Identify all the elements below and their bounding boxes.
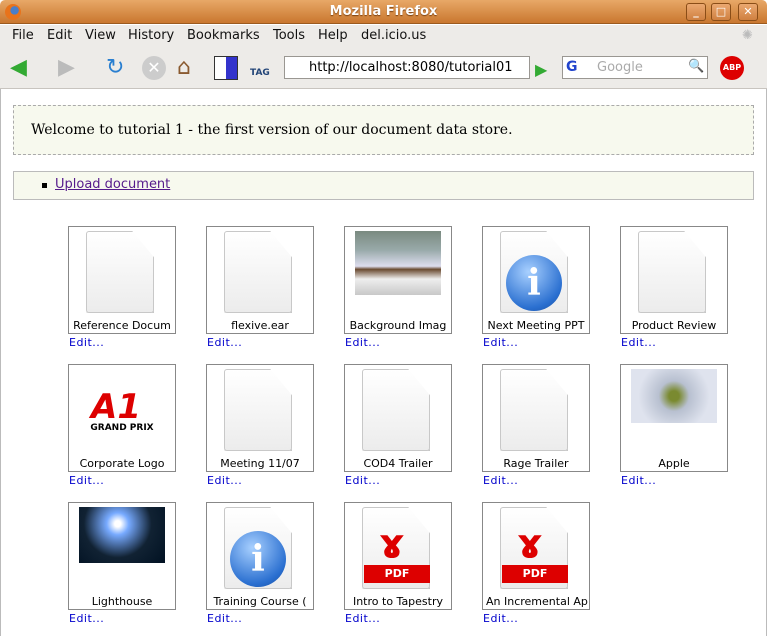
painting-thumbnail (355, 231, 441, 295)
document-tile[interactable]: i Next Meeting PPT (482, 226, 590, 334)
forward-button[interactable]: ▶ (58, 56, 82, 80)
edit-link[interactable]: Edit... (483, 612, 518, 625)
welcome-message: Welcome to tutorial 1 - the first versio… (13, 105, 754, 155)
edit-link[interactable]: Edit... (69, 336, 104, 349)
edit-link[interactable]: Edit... (345, 612, 380, 625)
bullet (42, 183, 47, 188)
google-icon[interactable]: G (566, 59, 578, 75)
back-button[interactable]: ◀ (10, 56, 34, 80)
menu-delicious[interactable]: del.icio.us (361, 28, 426, 43)
menu-view[interactable]: View (85, 28, 116, 43)
document-tile[interactable]: Background Imag (344, 226, 452, 334)
menu-bar: File Edit View History Bookmarks Tools H… (0, 25, 767, 48)
delicious-button[interactable] (214, 56, 238, 80)
menu-edit[interactable]: Edit (47, 28, 72, 43)
document-tile[interactable]: Reference Docum (68, 226, 176, 334)
window-title: Mozilla Firefox (329, 4, 438, 19)
pdf-label: PDF (364, 565, 430, 583)
menu-file[interactable]: File (12, 28, 34, 43)
document-caption: An Incremental Ap (486, 595, 588, 608)
document-caption: Product Review (631, 319, 717, 332)
throbber-icon: ✺ (742, 28, 753, 43)
home-button[interactable]: ⌂ (177, 56, 201, 80)
go-button[interactable]: ▶ (535, 60, 547, 79)
menu-bookmarks[interactable]: Bookmarks (187, 28, 260, 43)
close-button[interactable]: ✕ (738, 3, 758, 21)
document-caption: Apple (658, 457, 690, 470)
document-icon (224, 369, 292, 451)
menu-history[interactable]: History (128, 28, 174, 43)
document-caption: Next Meeting PPT (487, 319, 585, 332)
reload-button[interactable]: ↻ (106, 56, 130, 80)
page-content: Welcome to tutorial 1 - the first versio… (0, 89, 767, 636)
adblock-button[interactable]: ABP (720, 56, 744, 80)
document-icon (86, 231, 154, 313)
document-icon (500, 369, 568, 451)
document-tile[interactable]: A1 GRAND PRIX Corporate Logo (68, 364, 176, 472)
edit-link[interactable]: Edit... (483, 474, 518, 487)
document-caption: Background Imag (349, 319, 447, 332)
title-bar: Mozilla Firefox _ □ ✕ (0, 0, 767, 24)
document-icon (362, 369, 430, 451)
lighthouse-thumbnail (79, 507, 165, 563)
edit-link[interactable]: Edit... (483, 336, 518, 349)
search-icon[interactable]: 🔍 (688, 59, 704, 74)
document-icon (638, 231, 706, 313)
upload-box: Upload document (13, 171, 754, 200)
document-caption: Reference Docum (73, 319, 171, 332)
menu-tools[interactable]: Tools (273, 28, 305, 43)
a1-logo: A1 (91, 387, 141, 427)
document-icon (224, 231, 292, 313)
document-caption: Intro to Tapestry (352, 595, 444, 608)
edit-link[interactable]: Edit... (207, 474, 242, 487)
navigation-toolbar: ◀ ▶ ↻ ✕ ⌂ TAG http://localhost:8080/tuto… (0, 48, 767, 89)
pdf-label: PDF (502, 565, 568, 583)
document-tile[interactable]: Lighthouse (68, 502, 176, 610)
document-caption: flexive.ear (231, 319, 289, 332)
url-input[interactable]: http://localhost:8080/tutorial01 (284, 56, 530, 79)
edit-link[interactable]: Edit... (345, 474, 380, 487)
document-tile[interactable]: Product Review (620, 226, 728, 334)
edit-link[interactable]: Edit... (207, 612, 242, 625)
menu-help[interactable]: Help (318, 28, 348, 43)
edit-link[interactable]: Edit... (621, 336, 656, 349)
document-caption: Corporate Logo (79, 457, 165, 470)
document-caption: Training Course ( (213, 595, 307, 608)
logo-text: GRAND PRIX (90, 423, 154, 433)
document-tile[interactable]: Meeting 11/07 (206, 364, 314, 472)
apple-thumbnail (631, 369, 717, 423)
document-caption: Meeting 11/07 (220, 457, 300, 470)
edit-link[interactable]: Edit... (207, 336, 242, 349)
document-tile[interactable]: ɤ PDF Intro to Tapestry (344, 502, 452, 610)
minimize-button[interactable]: _ (686, 3, 706, 21)
info-icon: i (506, 255, 562, 311)
document-tile[interactable]: i Training Course ( (206, 502, 314, 610)
document-tile[interactable]: COD4 Trailer (344, 364, 452, 472)
tag-button[interactable]: TAG (250, 56, 274, 80)
info-icon: i (230, 531, 286, 587)
document-tile[interactable]: ɤ PDF An Incremental Ap (482, 502, 590, 610)
stop-button[interactable]: ✕ (142, 56, 166, 80)
acrobat-icon: ɤ (517, 521, 543, 567)
document-caption: Rage Trailer (503, 457, 569, 470)
acrobat-icon: ɤ (379, 521, 405, 567)
edit-link[interactable]: Edit... (621, 474, 656, 487)
document-caption: Lighthouse (91, 595, 153, 608)
upload-document-link[interactable]: Upload document (55, 177, 170, 192)
document-tile[interactable]: flexive.ear (206, 226, 314, 334)
document-tile[interactable]: Apple (620, 364, 728, 472)
document-tile[interactable]: Rage Trailer (482, 364, 590, 472)
edit-link[interactable]: Edit... (345, 336, 380, 349)
document-caption: COD4 Trailer (363, 457, 433, 470)
edit-link[interactable]: Edit... (69, 612, 104, 625)
edit-link[interactable]: Edit... (69, 474, 104, 487)
search-input[interactable]: Google (562, 56, 708, 79)
maximize-button[interactable]: □ (711, 3, 731, 21)
